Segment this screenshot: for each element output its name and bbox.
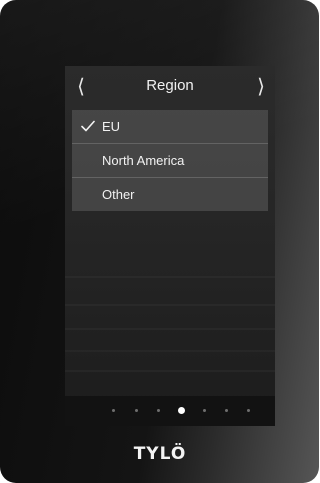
touch-screen: ⟨ Region ⟩ EU North America Other	[65, 66, 275, 426]
page-dot[interactable]	[247, 409, 250, 412]
background-texture	[65, 350, 275, 352]
background-texture	[65, 370, 275, 372]
chevron-left-icon[interactable]: ⟨	[71, 74, 91, 98]
page-dot[interactable]	[157, 409, 160, 412]
chevron-right-icon[interactable]: ⟩	[251, 74, 271, 98]
region-option-eu[interactable]: EU	[72, 110, 268, 144]
page-title: Region	[146, 77, 194, 94]
checkmark-icon	[81, 120, 95, 132]
page-dot[interactable]	[203, 409, 206, 412]
background-texture	[65, 304, 275, 306]
tylo-logo: TYLÖ	[133, 444, 187, 464]
page-dot[interactable]	[135, 409, 138, 412]
page-dot-active[interactable]	[178, 407, 185, 414]
region-option-label: Other	[102, 187, 135, 202]
background-texture	[65, 328, 275, 330]
region-option-other[interactable]: Other	[72, 178, 268, 211]
control-panel-device: ⟨ Region ⟩ EU North America Other TYLÖ	[0, 0, 319, 483]
region-option-north-america[interactable]: North America	[72, 144, 268, 178]
screen-header: ⟨ Region ⟩	[65, 66, 275, 106]
background-texture	[65, 276, 275, 278]
region-list: EU North America Other	[72, 110, 268, 211]
region-option-label: EU	[102, 119, 121, 134]
page-dot[interactable]	[112, 409, 115, 412]
page-dot[interactable]	[225, 409, 228, 412]
region-option-label: North America	[102, 153, 185, 168]
page-indicator	[65, 396, 275, 426]
